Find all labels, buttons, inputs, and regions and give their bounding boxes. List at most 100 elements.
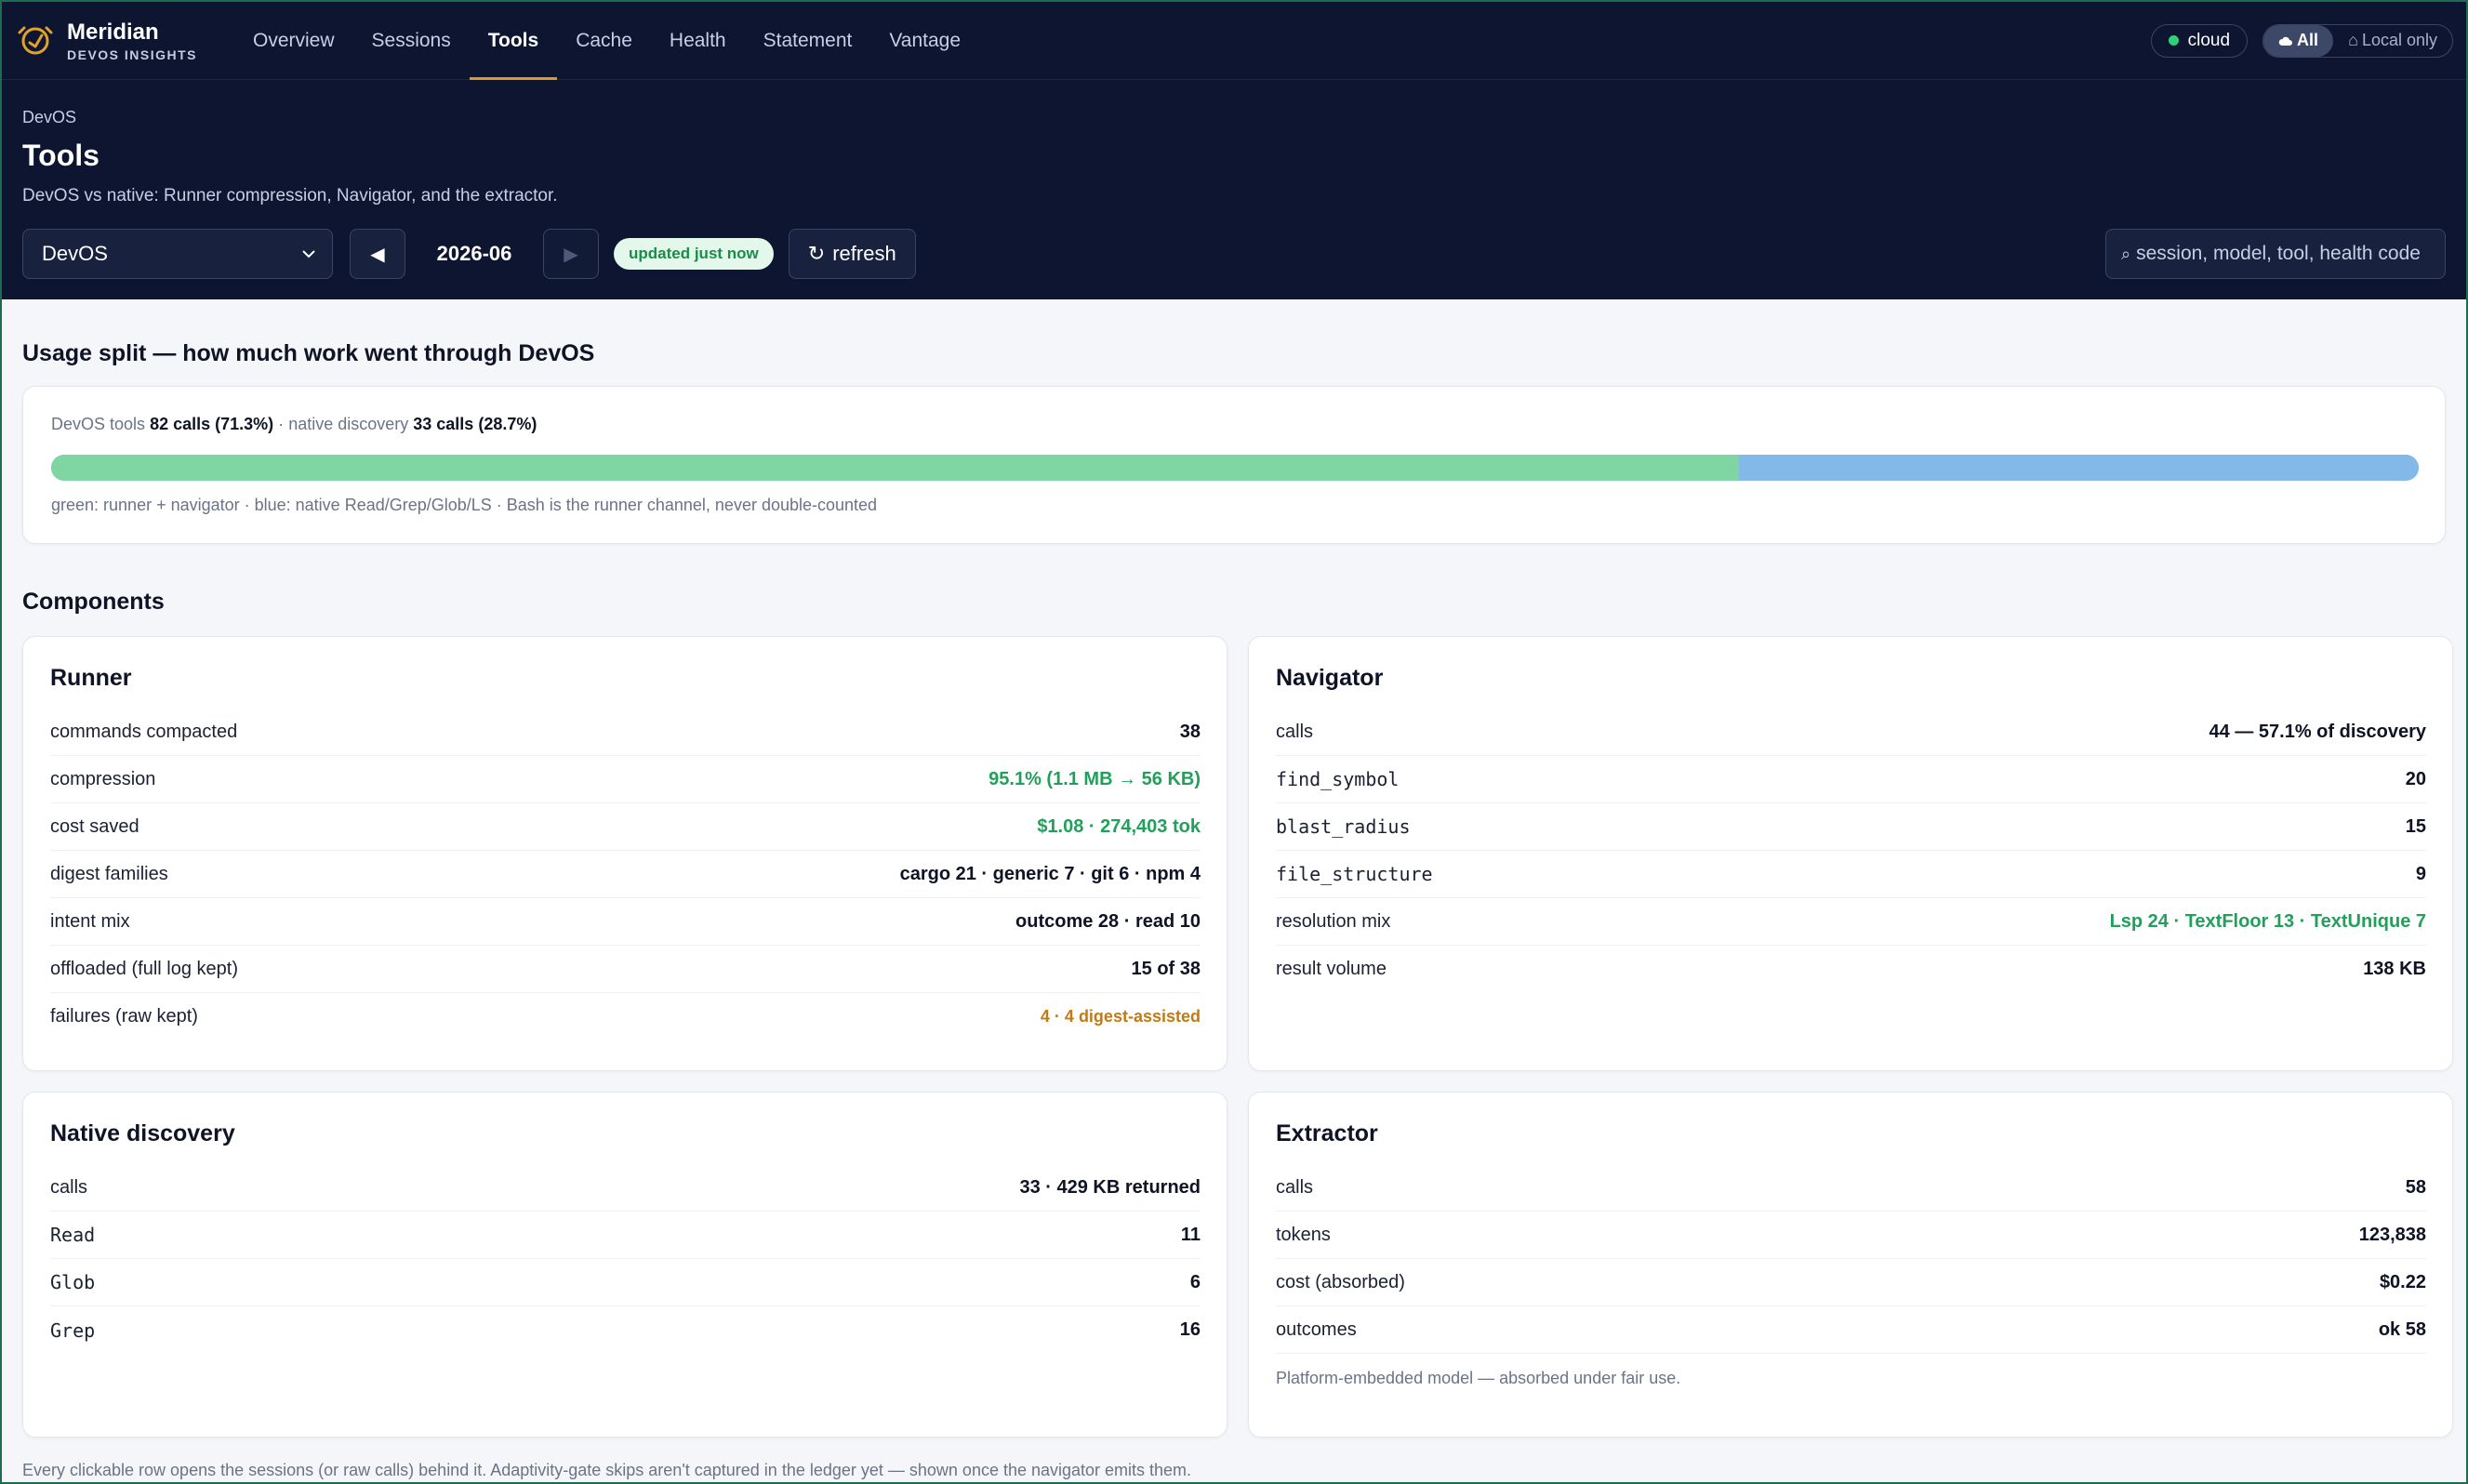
- row-value: 95.1% (1.1 MB → 56 KB): [989, 768, 1201, 789]
- main-content: Usage split — how much work went through…: [2, 340, 2466, 1438]
- components-grid: Runner commands compacted 38 compression 9…: [22, 636, 2453, 1438]
- brand-name: Meridian: [67, 19, 159, 45]
- row-key: cost (absorbed): [1276, 1271, 1405, 1292]
- page-subtitle: DevOS vs native: Runner compression, Nav…: [22, 186, 558, 205]
- native-row-glob[interactable]: Glob 6: [50, 1259, 1201, 1306]
- extractor-row-cost[interactable]: cost (absorbed) $0.22: [1276, 1259, 2426, 1306]
- extractor-panel: Extractor calls 58 tokens 123,838 cost (ab…: [1248, 1092, 2453, 1438]
- row-value: Lsp 24 · TextFloor 13 · TextUnique 7: [2109, 910, 2426, 932]
- row-value: ok 58: [2378, 1318, 2426, 1340]
- triangle-left-icon: ◀: [370, 244, 385, 265]
- devos-tools-value: 82 calls (71.3%): [150, 415, 274, 433]
- navigator-title: Navigator: [1276, 665, 1384, 691]
- usage-split-title: Usage split — how much work went through…: [22, 340, 595, 366]
- components-title: Components: [22, 589, 165, 615]
- cloud-status-label: cloud: [2187, 30, 2231, 50]
- row-key: cost saved: [50, 815, 139, 837]
- main-nav: Overview Sessions Tools Cache Health Sta…: [234, 2, 979, 80]
- search-box[interactable]: ⌕: [2105, 229, 2446, 279]
- nav-statement[interactable]: Statement: [745, 2, 871, 80]
- row-key: tokens: [1276, 1224, 1331, 1245]
- row-key: resolution mix: [1276, 910, 1391, 932]
- project-select[interactable]: DevOS: [22, 229, 333, 279]
- navigator-row-file-structure[interactable]: file_structure 9: [1276, 851, 2426, 898]
- navigator-row-blast-radius[interactable]: blast_radius 15: [1276, 803, 2426, 851]
- nav-tools[interactable]: Tools: [469, 2, 558, 80]
- native-discovery-panel: Native discovery calls 33 · 429 KB return…: [22, 1092, 1227, 1438]
- runner-row-failures[interactable]: failures (raw kept) 4 · 4 digest-assisted: [50, 993, 1201, 1040]
- extractor-note: Platform-embedded model — absorbed under…: [1276, 1369, 1681, 1387]
- nav-vantage[interactable]: Vantage: [870, 2, 979, 80]
- row-value: 15: [2405, 815, 2426, 837]
- row-key: failures (raw kept): [50, 1006, 198, 1027]
- row-key: digest families: [50, 863, 168, 884]
- nav-sessions[interactable]: Sessions: [353, 2, 470, 80]
- native-row-read[interactable]: Read 11: [50, 1212, 1201, 1259]
- prev-month-button[interactable]: ◀: [350, 229, 405, 279]
- runner-row-cost-saved[interactable]: cost saved $1.08 · 274,403 tok: [50, 803, 1201, 851]
- row-value: 16: [1179, 1319, 1201, 1340]
- row-value: 58: [2405, 1176, 2426, 1198]
- top-bar: Meridian DEVOS INSIGHTS Overview Session…: [2, 2, 2466, 80]
- native-discovery-value: 33 calls (28.7%): [413, 415, 537, 433]
- row-key: offloaded (full log kept): [50, 958, 238, 979]
- native-row-calls[interactable]: calls 33 · 429 KB returned: [50, 1164, 1201, 1212]
- runner-row-commands-compacted[interactable]: commands compacted 38: [50, 709, 1201, 756]
- nav-cache[interactable]: Cache: [557, 2, 651, 80]
- runner-row-compression[interactable]: compression 95.1% (1.1 MB → 56 KB): [50, 756, 1201, 803]
- chevron-down-icon: [302, 249, 315, 258]
- nav-health[interactable]: Health: [651, 2, 745, 80]
- scope-local-label: Local only: [2361, 31, 2437, 49]
- row-key: intent mix: [50, 910, 130, 932]
- navigator-row-resolution-mix[interactable]: resolution mix Lsp 24 · TextFloor 13 · Te…: [1276, 898, 2426, 946]
- brand-subtitle: DEVOS INSIGHTS: [67, 46, 198, 62]
- native-discovery-label: native discovery: [288, 415, 409, 433]
- row-key: calls: [1276, 1176, 1314, 1198]
- runner-row-digest-families[interactable]: digest families cargo 21 · generic 7 · gi…: [50, 851, 1201, 898]
- row-key: Glob: [50, 1271, 96, 1293]
- devos-share-bar[interactable]: [51, 455, 1740, 481]
- row-value: $1.08 · 274,403 tok: [1037, 815, 1201, 837]
- home-icon: ⌂: [2348, 31, 2358, 49]
- navigator-row-find-symbol[interactable]: find_symbol 20: [1276, 756, 2426, 803]
- search-input[interactable]: [2136, 243, 2430, 265]
- row-value: cargo 21 · generic 7 · git 6 · npm 4: [899, 863, 1201, 884]
- native-share-bar[interactable]: [1739, 455, 2419, 481]
- extractor-row-calls[interactable]: calls 58: [1276, 1164, 2426, 1212]
- updated-badge: updated just now: [614, 238, 774, 270]
- row-value: 123,838: [2358, 1224, 2426, 1245]
- runner-row-offloaded[interactable]: offloaded (full log kept) 15 of 38: [50, 946, 1201, 993]
- search-icon: ⌕: [2121, 244, 2131, 263]
- extractor-row-tokens[interactable]: tokens 123,838: [1276, 1212, 2426, 1259]
- scope-all-button[interactable]: All: [2263, 24, 2334, 57]
- refresh-button[interactable]: ↻ refresh: [788, 229, 916, 279]
- usage-summary: DevOS tools 82 calls (71.3%) · native di…: [51, 415, 2419, 434]
- scope-local-button[interactable]: ⌂ Local only: [2333, 25, 2452, 57]
- extractor-title: Extractor: [1276, 1120, 1378, 1146]
- brand[interactable]: Meridian DEVOS INSIGHTS: [17, 20, 234, 62]
- navigator-panel: Navigator calls 44 — 57.1% of discovery f…: [1248, 636, 2453, 1071]
- extractor-row-outcomes[interactable]: outcomes ok 58: [1276, 1306, 2426, 1354]
- row-value: 44 — 57.1% of discovery: [2209, 721, 2426, 742]
- breadcrumb[interactable]: DevOS: [22, 108, 2446, 127]
- refresh-icon: ↻: [807, 242, 826, 265]
- project-select-value: DevOS: [42, 242, 108, 265]
- cloud-status-pill[interactable]: cloud: [2150, 23, 2249, 58]
- cloud-icon: [2278, 36, 2293, 46]
- row-key: Read: [50, 1224, 96, 1246]
- usage-split-bar[interactable]: [51, 455, 2419, 481]
- row-key: outcomes: [1276, 1318, 1357, 1340]
- nav-overview[interactable]: Overview: [234, 2, 353, 80]
- footer-note: Every clickable row opens the sessions (…: [22, 1461, 1192, 1479]
- navigator-row-calls[interactable]: calls 44 — 57.1% of discovery: [1276, 709, 2426, 756]
- row-value: 6: [1189, 1271, 1201, 1292]
- next-month-button[interactable]: ▶: [543, 229, 599, 279]
- usage-separator: ·: [278, 415, 285, 433]
- usage-split-card: DevOS tools 82 calls (71.3%) · native di…: [22, 386, 2446, 544]
- scope-toggle: All ⌂ Local only: [2262, 23, 2453, 58]
- navigator-row-result-volume[interactable]: result volume 138 KB: [1276, 946, 2426, 993]
- runner-row-intent-mix[interactable]: intent mix outcome 28 · read 10: [50, 898, 1201, 946]
- row-key: result volume: [1276, 959, 1387, 979]
- row-value: 4 · 4 digest-assisted: [1040, 1007, 1201, 1026]
- native-row-grep[interactable]: Grep 16: [50, 1306, 1201, 1354]
